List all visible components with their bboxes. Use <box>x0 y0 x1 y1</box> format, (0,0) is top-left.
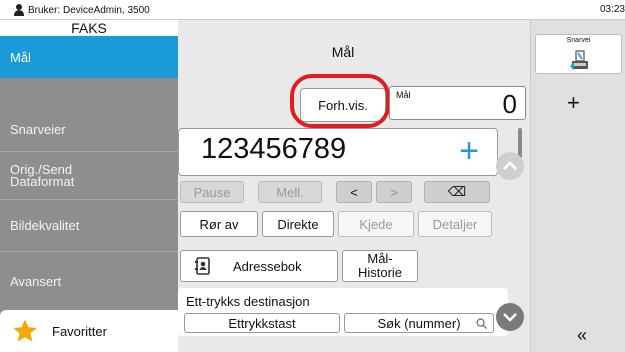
details-button[interactable]: Detaljer <box>418 211 492 237</box>
favorites-label: Favoritter <box>52 323 107 339</box>
backspace-button[interactable]: ⌫ <box>424 181 490 203</box>
sidebar-item-orig-send-dataformat[interactable]: Orig./Send Dataformat <box>0 152 178 200</box>
cursor-right-button[interactable]: > <box>376 181 412 203</box>
shortcut-button[interactable]: Snarvei <box>535 34 622 74</box>
on-hook-button[interactable]: Rør av <box>180 211 258 237</box>
destination-history-button[interactable]: Mål-Historie <box>342 250 418 282</box>
preview-button[interactable]: Forh.vis. <box>300 88 386 122</box>
sidebar-item-snarveier[interactable]: Snarveier <box>0 108 178 152</box>
main-panel: Mål Forh.vis. Mål 0 123456789 + Pause Me… <box>178 20 530 352</box>
direct-button[interactable]: Direkte <box>262 211 334 237</box>
sidebar-item-avansert[interactable]: Avansert <box>0 252 178 310</box>
star-icon <box>12 318 38 344</box>
address-book-icon <box>195 257 210 275</box>
add-shortcut-button[interactable]: + <box>567 90 580 116</box>
shortcut-panel: Snarvei + « <box>530 20 625 352</box>
sidebar: FAKS Mål Snarveier Orig./Send Dataformat… <box>0 20 178 352</box>
scroll-up-button[interactable] <box>496 152 524 180</box>
collapse-panel-button[interactable]: « <box>577 325 587 346</box>
address-book-button[interactable]: Adressebok <box>180 250 338 282</box>
chevron-right-icon: > <box>390 184 398 200</box>
onetouch-key-button[interactable]: Ettrykkstast <box>184 313 340 333</box>
clock: 03:23 <box>599 4 625 15</box>
favorites-button[interactable]: Favoritter <box>0 310 178 352</box>
chevron-down-icon <box>503 313 517 322</box>
page-title: Mål <box>331 44 355 60</box>
destination-label: Mål <box>396 90 411 100</box>
chevron-up-icon <box>503 161 517 170</box>
sidebar-item-bildekvalitet[interactable]: Bildekvalitet <box>0 200 178 252</box>
search-number-button[interactable]: Søk (nummer) <box>344 313 494 333</box>
destination-count: 0 <box>502 89 517 119</box>
chevron-left-icon: < <box>350 184 358 200</box>
pause-button[interactable]: Pause <box>180 181 244 203</box>
chain-button[interactable]: Kjede <box>338 211 414 237</box>
sidebar-item-mal[interactable]: Mål <box>0 36 178 78</box>
fax-number-input[interactable]: 123456789 + <box>178 128 498 176</box>
user-label: Bruker: DeviceAdmin, 3500 <box>28 4 150 16</box>
user-info: Bruker: DeviceAdmin, 3500 <box>14 4 150 16</box>
fax-number-value: 123456789 <box>201 133 347 165</box>
onetouch-header: Ett-trykks destinasjon <box>186 294 310 309</box>
space-button[interactable]: Mell. <box>258 181 322 203</box>
destination-counter[interactable]: Mål 0 <box>389 86 526 120</box>
scrollbar[interactable] <box>518 128 522 158</box>
shortcut-label: Snarvei <box>566 37 591 44</box>
shortcut-fax-icon <box>570 50 588 70</box>
status-bar: Bruker: DeviceAdmin, 3500 03:23 <box>0 0 625 20</box>
sidebar-title: FAKS <box>0 20 178 36</box>
scroll-down-button[interactable] <box>496 303 524 331</box>
add-destination-icon[interactable]: + <box>459 131 479 171</box>
cursor-left-button[interactable]: < <box>336 181 372 203</box>
search-icon <box>476 318 487 329</box>
backspace-icon: ⌫ <box>447 184 467 199</box>
user-icon <box>14 4 24 16</box>
